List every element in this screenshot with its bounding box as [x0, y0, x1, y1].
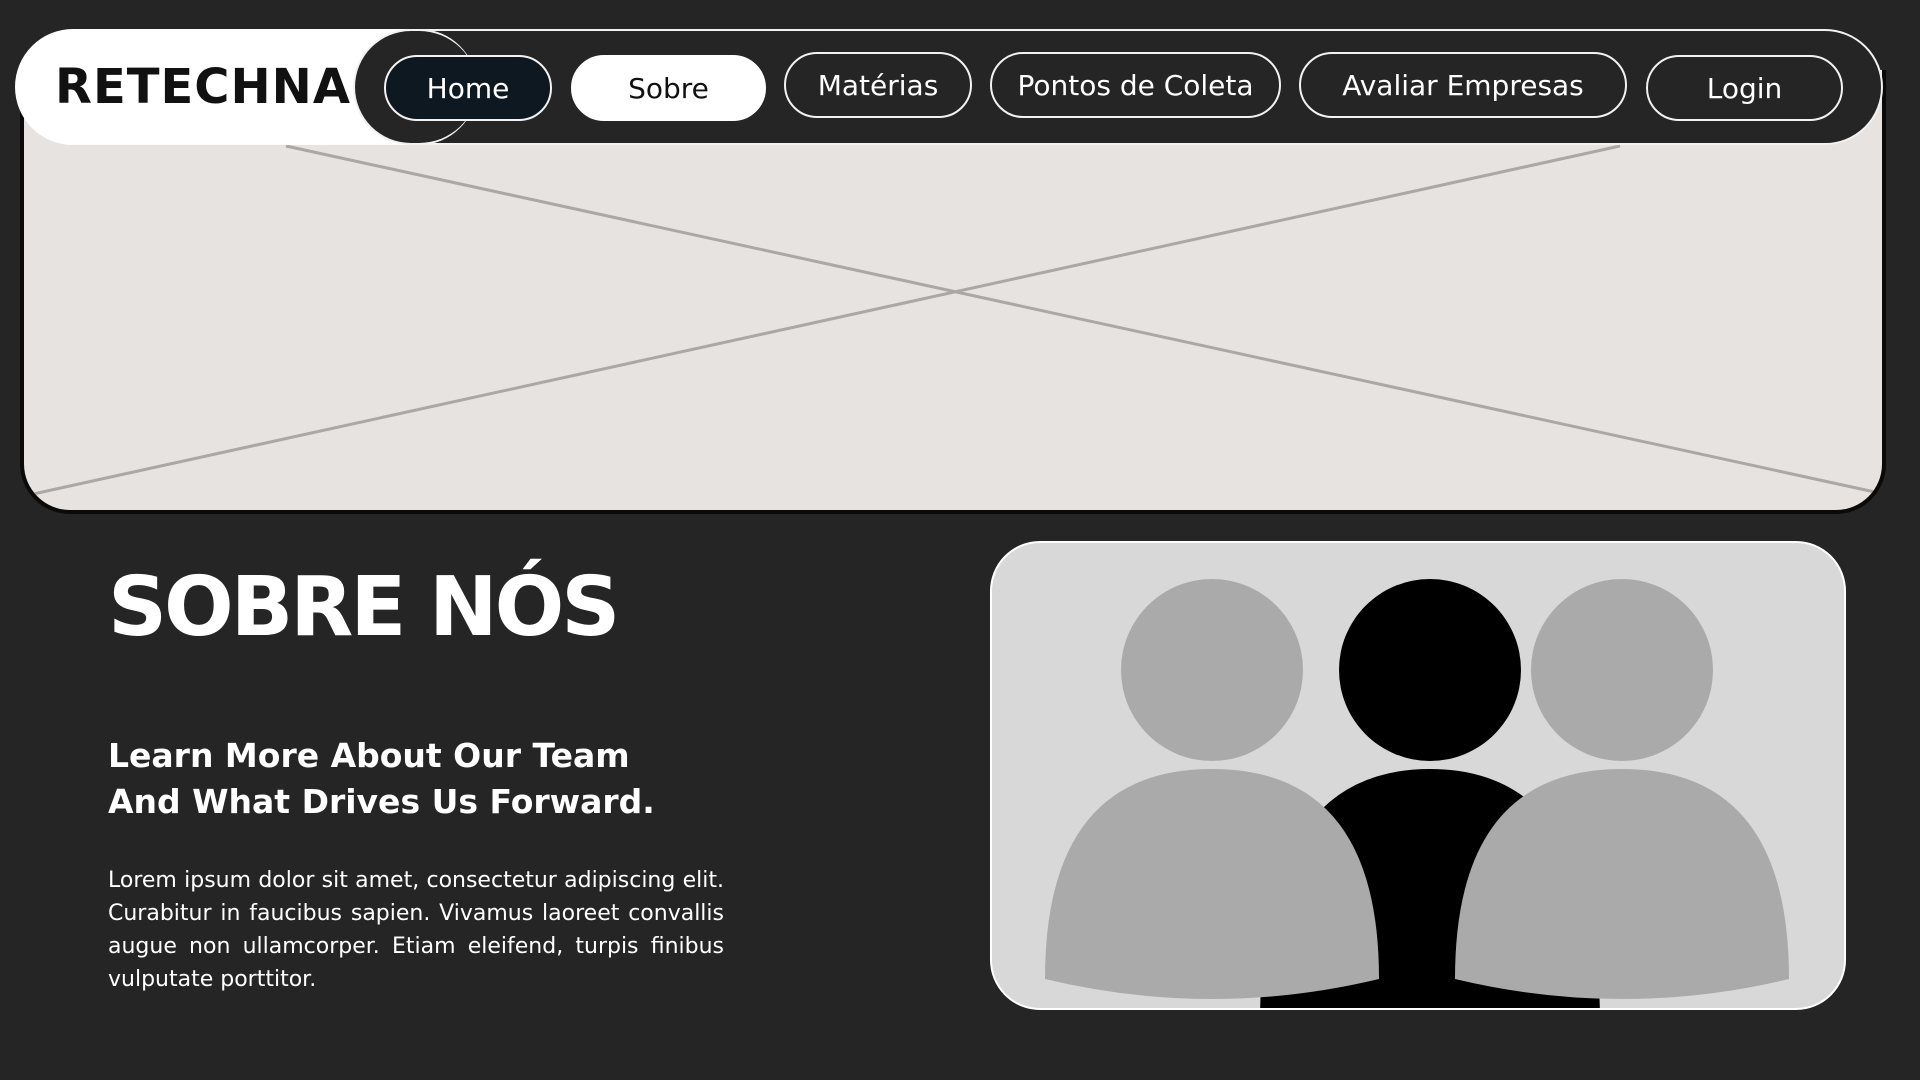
team-group-icon — [1045, 579, 1789, 1008]
top-navigation: RETECHNA Home Sobre Matérias Pontos de C… — [15, 29, 1883, 145]
subtitle-line-2: And What Drives Us Forward. — [108, 782, 655, 821]
brand-logo[interactable]: RETECHNA — [55, 59, 351, 115]
nav-sobre-button[interactable]: Sobre — [571, 55, 766, 121]
nav-materias-button[interactable]: Matérias — [784, 52, 972, 118]
page-title: SOBRE NÓS — [108, 560, 620, 655]
nav-pontos-de-coleta-button[interactable]: Pontos de Coleta — [990, 52, 1281, 118]
subtitle-line-1: Learn More About Our Team — [108, 736, 630, 775]
about-description: Lorem ipsum dolor sit amet, consectetur … — [108, 868, 724, 992]
login-button[interactable]: Login — [1646, 55, 1843, 121]
nav-home-button[interactable]: Home — [384, 55, 552, 121]
team-image — [990, 541, 1846, 1010]
section-subtitle: Learn More About Our Team And What Drive… — [108, 733, 668, 825]
nav-avaliar-empresas-button[interactable]: Avaliar Empresas — [1299, 52, 1627, 118]
